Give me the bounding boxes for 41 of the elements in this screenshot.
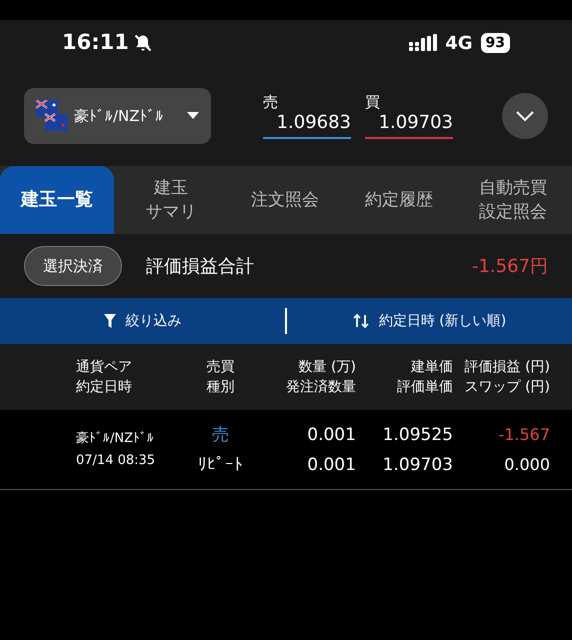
table-cell-text: -1.567 [498,424,550,446]
battery-icon: 93 [480,33,510,53]
expand-button[interactable] [502,93,548,139]
table-cell-text: 0.000 [504,454,550,476]
sort-icon [352,314,369,328]
column-header: 数量 (万) 発注済数量 [284,358,356,397]
buy-price: 1.09703 [365,111,453,139]
buy-label: 買 [365,93,381,111]
sell-label: 売 [263,93,279,111]
currency-pair-dropdown[interactable]: 豪ﾄﾞﾙ/NZﾄﾞﾙ [24,88,211,144]
flag-icon [36,100,68,132]
tab[interactable]: 約定履歴 [342,166,456,234]
total-pl-label: 評価損益合計 [146,254,254,278]
clock: 16:11 [62,29,129,56]
network-label: 4G [445,32,473,56]
tab[interactable]: 建玉一覧 [0,166,114,234]
signal-icon [409,34,438,52]
sell-price: 1.09683 [263,111,351,139]
bell-muted-icon [132,33,153,53]
tab[interactable]: 自動売買 設定照会 [456,166,570,234]
caret-icon [187,112,199,120]
total-pl-value: -1.567円 [472,254,548,278]
chevron-down-icon [515,110,535,122]
table-cell-text: 07/14 08:35 [76,452,156,470]
filter-button[interactable]: 絞り込み [0,310,285,332]
table-cell-text: 売 [212,424,230,446]
table-cell-text: 1.09703 [382,454,453,476]
table-cell-text: 豪ﾄﾞﾙ/NZﾄﾞﾙ [76,430,156,448]
tab[interactable]: 注文照会 [228,166,342,234]
column-header: 売買 種別 [206,358,236,397]
table-cell-text: 1.09525 [382,424,453,446]
table-cell-text: 0.001 [307,454,356,476]
filter-icon [104,314,116,328]
column-header: 通貨ペア 約定日時 [76,358,133,397]
tab[interactable]: 建玉 サマリ [114,166,228,234]
table-cell-text: 0.001 [307,424,356,446]
settle-selected-button[interactable]: 選択決済 [24,246,122,286]
table-cell-text: ﾘﾋﾟｰﾄ [198,454,244,476]
column-header: 建単価 評価単価 [396,358,453,397]
sort-button[interactable]: 約定日時 (新しい順) [287,310,572,332]
column-header: 評価損益 (円) スワップ (円) [464,358,550,397]
